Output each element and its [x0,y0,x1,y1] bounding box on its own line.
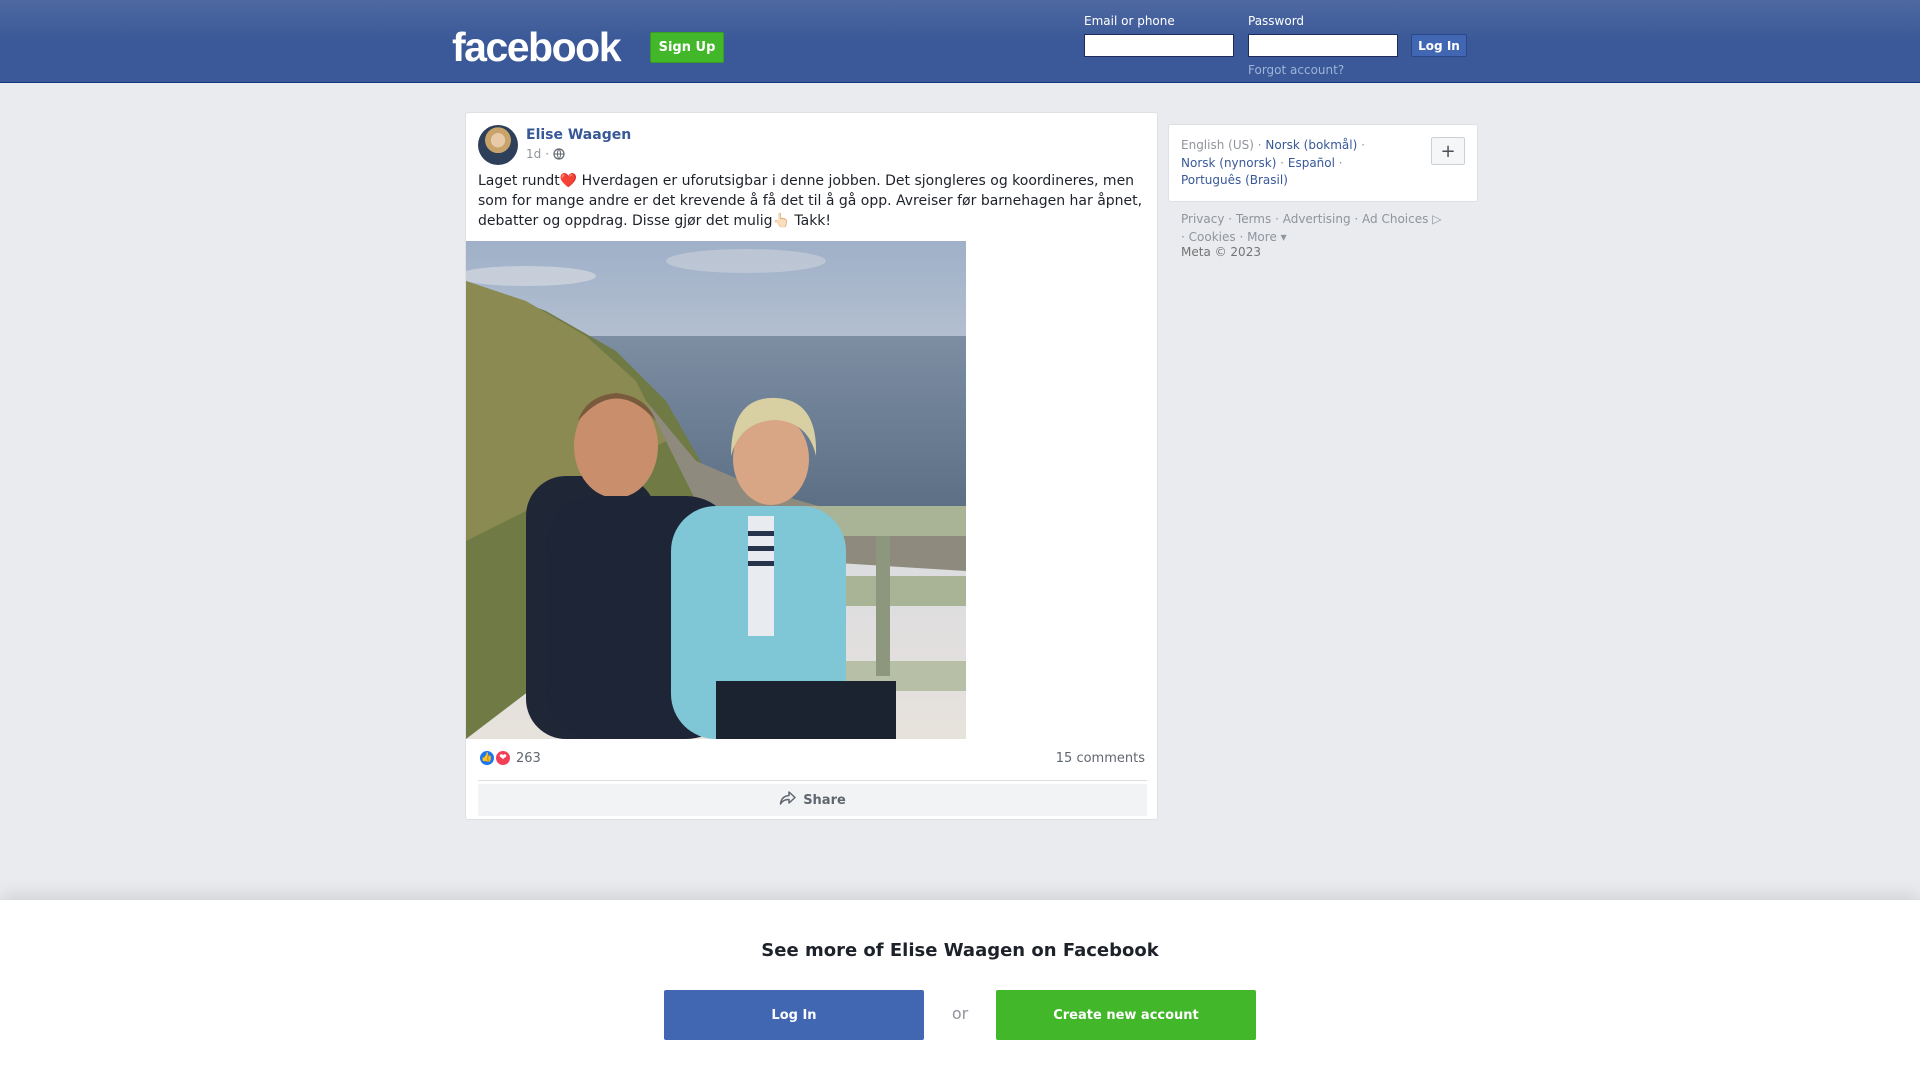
language-list: English (US) · Norsk (bokmål) · Norsk (n… [1181,138,1365,187]
email-field[interactable] [1084,34,1234,57]
forgot-account-link[interactable]: Forgot account? [1248,63,1344,77]
post-card: Elise Waagen 1d · Laget rundt❤️ Hverdage… [465,112,1158,820]
language-selector: English (US) · Norsk (bokmål) · Norsk (n… [1168,124,1478,202]
create-account-button[interactable]: Create new account [996,990,1256,1040]
share-button[interactable]: Share [478,784,1147,816]
footer-links: Privacy · Terms · Advertising · Ad Choic… [1181,212,1442,244]
share-label: Share [803,792,846,808]
avatar[interactable] [478,125,518,165]
language-current: English (US) [1181,138,1254,152]
footer-link-ad-choices[interactable]: Ad Choices ▷ [1362,212,1441,226]
language-link[interactable]: Português (Brasil) [1181,173,1288,187]
footer-link-advertising[interactable]: Advertising [1283,212,1351,226]
add-language-button[interactable]: + [1431,137,1465,165]
comments-count[interactable]: 15 comments [1056,751,1145,766]
more-label: More [1247,230,1277,244]
footer-link-more[interactable]: More ▾ [1247,230,1287,244]
ad-choices-label: Ad Choices [1362,212,1429,226]
post-author[interactable]: Elise Waagen [526,127,631,143]
or-separator: or [951,1004,969,1023]
post-photo[interactable] [466,241,966,739]
language-link[interactable]: Norsk (bokmål) [1265,138,1357,152]
language-link[interactable]: Norsk (nynorsk) [1181,156,1276,170]
post-meta: 1d · [526,147,565,161]
reaction-summary[interactable]: 👍 ❤ 263 [478,749,541,767]
meta-separator: · [545,147,550,161]
password-label: Password [1248,14,1305,28]
reaction-icons: 👍 ❤ [478,749,512,767]
post-timestamp[interactable]: 1d [526,147,541,161]
email-label: Email or phone [1084,14,1175,28]
post-text: Laget rundt❤️ Hverdagen er uforutsigbar … [478,173,1143,229]
footer-link-privacy[interactable]: Privacy [1181,212,1224,226]
language-link[interactable]: Español [1288,156,1335,170]
reaction-count: 263 [516,750,541,766]
password-field[interactable] [1248,34,1398,57]
facebook-logo[interactable]: facebook [452,22,622,72]
copyright: Meta © 2023 [1181,245,1261,259]
header-login-button[interactable]: Log In [1411,34,1467,57]
top-bar: facebook Sign Up Email or phone Password… [0,0,1920,83]
love-icon: ❤ [494,749,512,767]
footer-link-terms[interactable]: Terms [1236,212,1271,226]
ad-choices-icon: ▷ [1428,212,1442,226]
globe-icon [553,148,565,160]
post-divider [478,780,1147,781]
caret-down-icon: ▾ [1276,230,1287,244]
share-icon [779,790,797,810]
see-more-title: See more of Elise Waagen on Facebook [761,940,1159,961]
footer-link-cookies[interactable]: Cookies [1189,230,1236,244]
login-prompt-panel: See more of Elise Waagen on Facebook Log… [0,900,1920,1080]
sign-up-button[interactable]: Sign Up [650,32,724,63]
bottom-login-button[interactable]: Log In [664,990,924,1040]
